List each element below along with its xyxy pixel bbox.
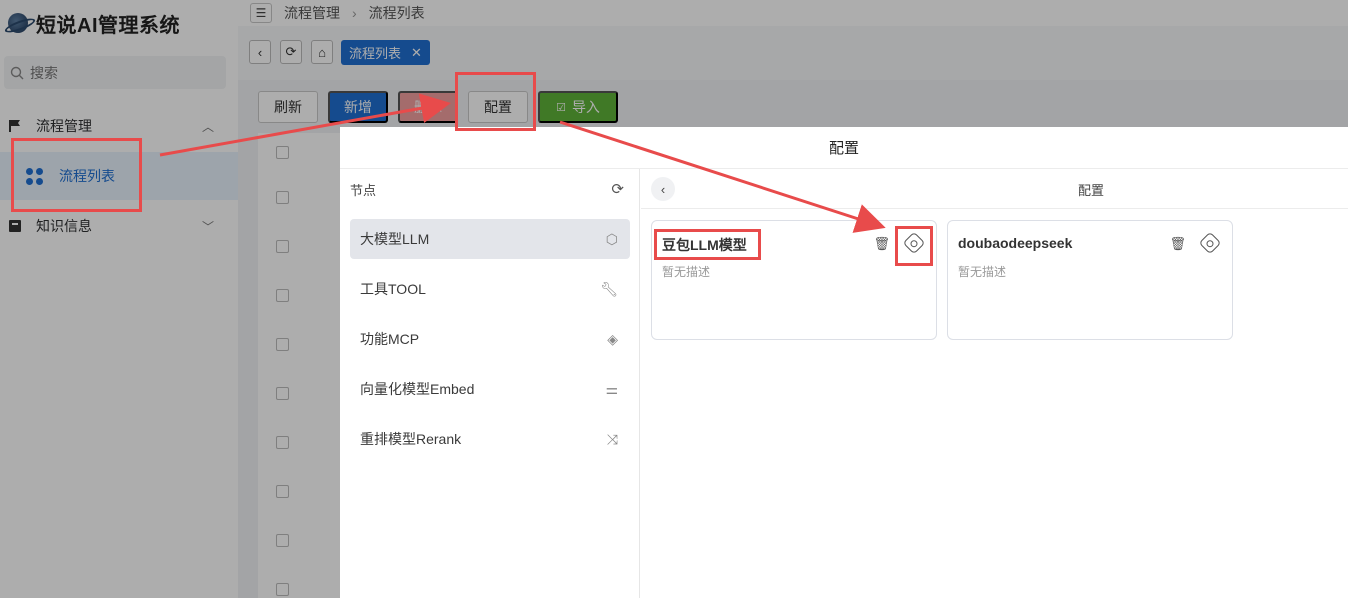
node-item-embed[interactable]: 向量化模型Embed ⚌ [350, 369, 630, 409]
node-label: 向量化模型Embed [360, 381, 475, 397]
sliders-icon: ⚌ [605, 380, 618, 397]
node-label: 大模型LLM [360, 231, 430, 247]
config-card[interactable]: doubaodeepseek 暂无描述 🗑︎ [947, 220, 1233, 340]
node-panel-title: 节点 [350, 182, 377, 198]
trash-icon[interactable]: 🗑︎ [1169, 236, 1186, 252]
node-item-rerank[interactable]: 重排模型Rerank ⤨ [350, 419, 630, 459]
card-name: doubaodeepseek [958, 235, 1073, 251]
node-label: 功能MCP [360, 331, 420, 347]
node-item-llm[interactable]: 大模型LLM ⬡ [350, 219, 630, 259]
shuffle-icon: ⤨ [606, 430, 618, 447]
back-button[interactable]: ‹ [651, 177, 675, 201]
config-card[interactable]: 豆包LLM模型 暂无描述 🗑︎ [651, 220, 937, 340]
settings-icon[interactable] [902, 231, 926, 255]
node-panel-header: 节点 ⟳ [340, 169, 640, 209]
card-desc: 暂无描述 [662, 265, 711, 279]
node-label: 重排模型Rerank [360, 431, 462, 447]
chevron-left-icon: ‹ [660, 181, 666, 197]
cube-icon: ⬡ [605, 230, 618, 247]
layers-icon: ◈ [607, 330, 618, 347]
node-panel: 节点 ⟳ 大模型LLM ⬡ 工具TOOL 🔧︎ 功能MCP ◈ 向量化模型Emb… [340, 169, 640, 598]
config-dialog: 配置 节点 ⟳ 大模型LLM ⬡ 工具TOOL 🔧︎ 功能MCP ◈ 向量化模型… [340, 127, 1348, 598]
card-desc: 暂无描述 [958, 265, 1007, 279]
node-item-tool[interactable]: 工具TOOL 🔧︎ [350, 269, 630, 309]
config-panel-title: 配置 [1077, 182, 1104, 198]
refresh-icon[interactable]: ⟳ [611, 180, 624, 198]
settings-icon[interactable] [1198, 231, 1222, 255]
trash-icon[interactable]: 🗑︎ [873, 236, 890, 252]
node-item-mcp[interactable]: 功能MCP ◈ [350, 319, 630, 359]
node-label: 工具TOOL [360, 281, 426, 297]
dialog-title: 配置 [340, 127, 1348, 169]
card-name: 豆包LLM模型 [662, 237, 747, 253]
config-panel-header: 配置 ‹ [641, 169, 1348, 209]
config-panel: 配置 ‹ 豆包LLM模型 暂无描述 🗑︎ doubaodeepseek 暂无描述… [641, 169, 1348, 598]
wrench-icon: 🔧︎ [600, 280, 618, 297]
